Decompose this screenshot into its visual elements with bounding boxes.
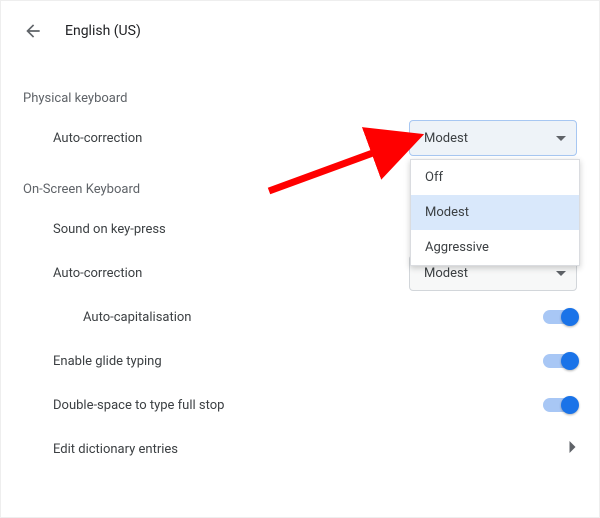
label-double-space: Double-space to type full stop <box>23 398 543 413</box>
dropdown-physical-autocorrect[interactable]: Modest Off Modest Aggressive <box>409 120 577 156</box>
row-physical-autocorrect: Auto-correction Modest Off Modest Aggres… <box>23 116 577 160</box>
row-glide: Enable glide typing <box>23 339 577 383</box>
label-onscreen-autocorrect: Auto-correction <box>23 266 409 281</box>
caret-down-icon <box>556 136 566 141</box>
toggle-autocap[interactable] <box>543 310 577 324</box>
settings-body: Physical keyboard Auto-correction Modest… <box>1 47 599 471</box>
toggle-glide[interactable] <box>543 354 577 368</box>
caret-down-icon <box>556 271 566 276</box>
row-autocap: Auto-capitalisation <box>23 295 577 339</box>
chevron-right-icon <box>568 440 577 458</box>
dropdown-selected-value: Modest <box>424 131 468 146</box>
row-double-space: Double-space to type full stop <box>23 383 577 427</box>
dropdown-option-off[interactable]: Off <box>411 160 579 195</box>
header: English (US) <box>1 1 599 47</box>
dropdown-option-modest[interactable]: Modest <box>411 195 579 230</box>
dropdown-option-aggressive[interactable]: Aggressive <box>411 230 579 265</box>
dropdown-menu: Off Modest Aggressive <box>410 159 580 266</box>
section-heading-physical: Physical keyboard <box>23 91 577 106</box>
back-arrow-icon[interactable] <box>21 19 45 43</box>
page-title: English (US) <box>65 23 141 39</box>
label-dictionary: Edit dictionary entries <box>23 442 568 457</box>
label-glide: Enable glide typing <box>23 354 543 369</box>
dropdown2-selected-value: Modest <box>424 266 468 281</box>
toggle-double-space[interactable] <box>543 398 577 412</box>
row-dictionary[interactable]: Edit dictionary entries <box>23 427 577 471</box>
label-physical-autocorrect: Auto-correction <box>23 131 409 146</box>
label-autocap: Auto-capitalisation <box>23 310 543 325</box>
